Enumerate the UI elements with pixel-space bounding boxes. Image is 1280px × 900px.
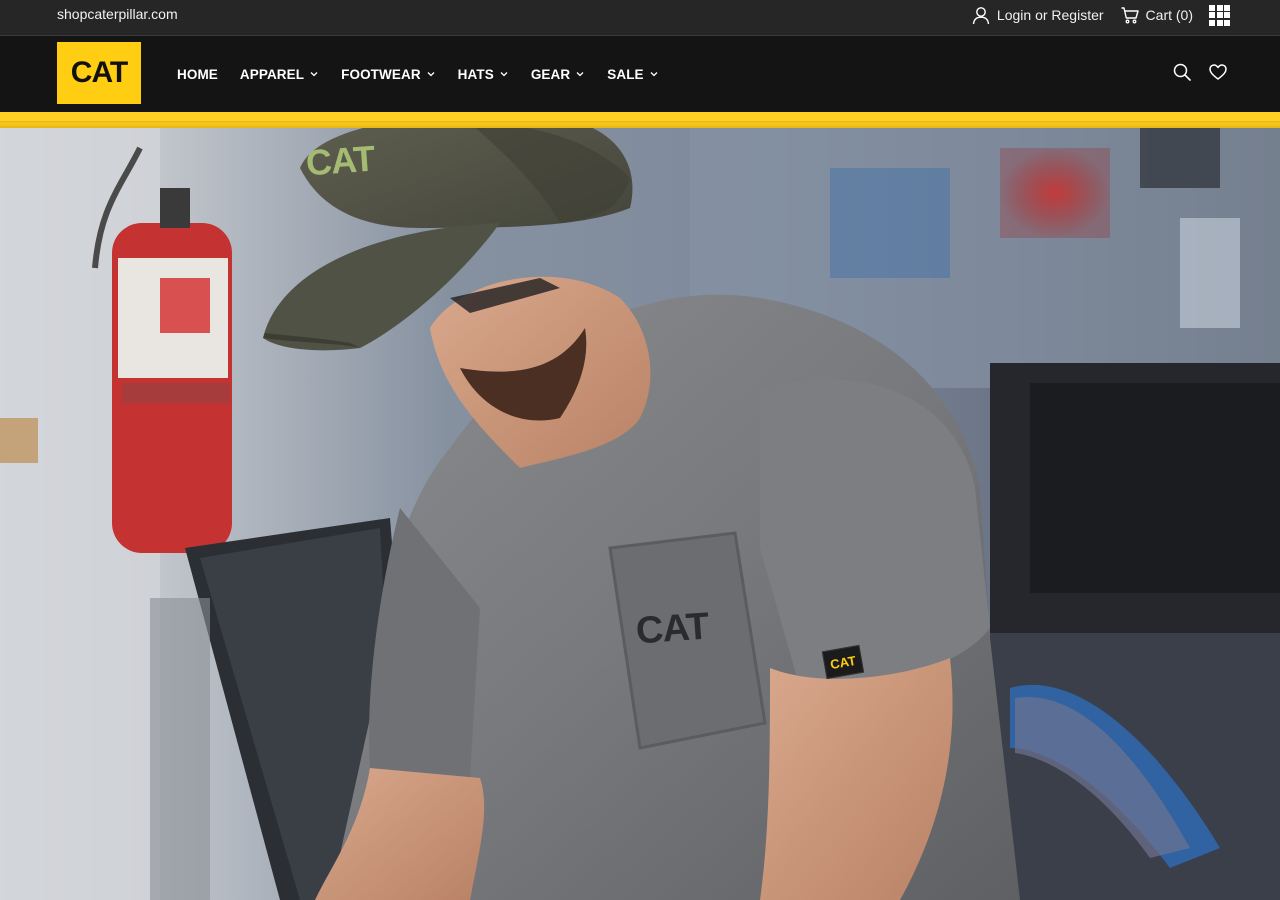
main-navigation: CAT HOME APPAREL FOOTWEAR HATS GEAR SALE <box>0 36 1280 112</box>
nav-item-home[interactable]: HOME <box>177 67 218 82</box>
nav-item-label: GEAR <box>530 66 571 82</box>
apps-grid-icon[interactable] <box>1209 4 1230 26</box>
nav-icons <box>1172 62 1228 82</box>
cart-icon <box>1121 7 1139 24</box>
cap-logo-text: CAT <box>304 137 376 184</box>
nav-item-label: HATS <box>457 66 494 82</box>
utility-links: Login or Register Cart (0) <box>971 0 1230 30</box>
stripe-line <box>0 112 1280 121</box>
site-domain[interactable]: shopcaterpillar.com <box>57 6 178 22</box>
nav-item-sale[interactable]: SALE <box>607 67 658 82</box>
chevron-down-icon <box>500 72 508 77</box>
shirt-logo-text: CAT <box>634 605 710 653</box>
nav-item-hats[interactable]: HATS <box>458 67 509 82</box>
nav-item-label: SALE <box>607 66 644 82</box>
search-icon[interactable] <box>1172 62 1192 82</box>
nav-item-footwear[interactable]: FOOTWEAR <box>341 67 436 82</box>
stripe-line <box>0 122 1280 126</box>
utility-bar: shopcaterpillar.com Login or Register Ca… <box>0 0 1280 36</box>
cart-label: Cart (0) <box>1145 7 1193 23</box>
brand-stripe <box>0 112 1280 128</box>
chevron-down-icon <box>576 72 584 77</box>
shirt-logo: CAT <box>635 606 710 654</box>
login-register-link[interactable]: Login or Register <box>971 5 1104 25</box>
nav-item-label: APPAREL <box>239 66 305 82</box>
cart-link[interactable]: Cart (0) <box>1120 5 1193 25</box>
logo-text: CAT <box>70 56 128 89</box>
nav-item-apparel[interactable]: APPAREL <box>240 67 319 82</box>
nav-item-label: HOME <box>177 66 218 82</box>
nav-item-gear[interactable]: GEAR <box>531 67 585 82</box>
chevron-down-icon <box>310 72 318 77</box>
nav-item-label: FOOTWEAR <box>341 66 421 82</box>
cat-logo[interactable]: CAT <box>57 42 141 104</box>
chevron-down-icon <box>650 72 658 77</box>
sleeve-tag-text: CAT <box>829 652 857 672</box>
cap-logo: CAT <box>305 138 376 185</box>
hero-banner[interactable]: CAT CAT CAT <box>0 128 1280 900</box>
nav-menu: HOME APPAREL FOOTWEAR HATS GEAR SALE <box>177 36 681 112</box>
user-icon <box>972 7 990 25</box>
heart-icon[interactable] <box>1208 62 1228 82</box>
hero-image <box>0 128 1280 900</box>
login-register-label: Login or Register <box>996 7 1104 23</box>
chevron-down-icon <box>427 72 435 77</box>
